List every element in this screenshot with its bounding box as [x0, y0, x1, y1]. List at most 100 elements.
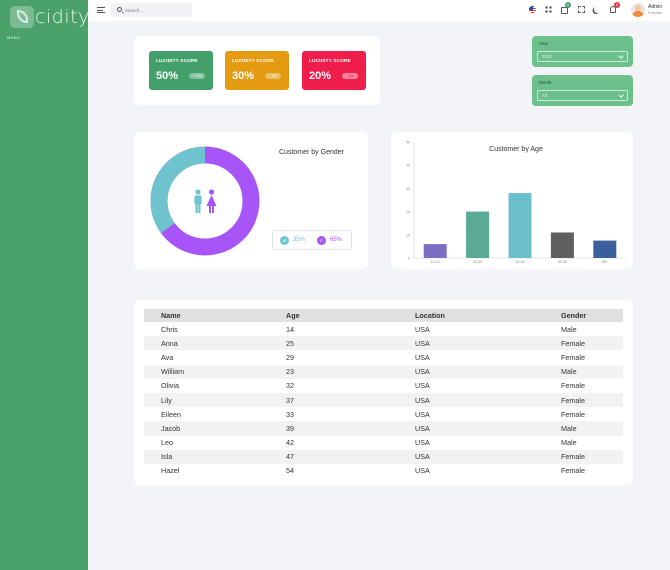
cell-gender: Female — [561, 352, 585, 362]
user-name[interactable]: Admin — [648, 4, 662, 10]
customer-table-card: Name Age Location Gender Chris 14 USA Male A… — [134, 300, 633, 485]
cell-age: 39 — [286, 421, 415, 436]
age-chart-title: Customer by Age — [489, 146, 543, 153]
menu-icon[interactable] — [97, 7, 105, 13]
cart-badge: 6 — [565, 2, 571, 8]
table-row[interactable]: Olivia 32 USA Female — [144, 379, 623, 393]
cell-gender: Female — [561, 409, 585, 419]
score-tile-green[interactable]: LUCIDITY SCORE 50% + 10% — [149, 51, 213, 90]
column-header-location[interactable]: Location — [415, 309, 561, 322]
table-row[interactable]: Ava 29 USA Female — [144, 350, 623, 364]
gender-legend: M 35% F 65% — [272, 230, 352, 250]
cell-location: USA — [415, 449, 561, 464]
moon-icon[interactable] — [594, 6, 601, 13]
search-box — [111, 3, 192, 17]
table-row[interactable]: Jacob 39 USA Male — [144, 421, 623, 436]
cell-age: 32 — [286, 381, 294, 391]
fullscreen-icon[interactable] — [578, 6, 585, 13]
cell-location: USA — [415, 409, 430, 419]
column-header-name[interactable]: Name — [144, 309, 286, 322]
search-input[interactable] — [125, 5, 187, 15]
table-row[interactable]: Chris 14 USA Male — [144, 322, 623, 336]
cell-location: USA — [415, 392, 561, 408]
cell-age: 23 — [286, 364, 415, 379]
y-tick-label: 10 — [406, 233, 410, 237]
shopping-bag-icon[interactable] — [561, 7, 568, 14]
y-tick-label: 0 — [408, 257, 410, 261]
cell-name: Hazel — [161, 466, 180, 476]
cell-location: USA — [415, 381, 430, 391]
age-bar-20-30[interactable] — [466, 211, 490, 258]
female-percent: 65% — [330, 237, 343, 243]
table-row[interactable]: Lily 37 USA Female — [144, 392, 623, 408]
male-percent: 35% — [293, 237, 306, 243]
column-header-gender[interactable]: Gender — [561, 309, 623, 322]
cell-age: 47 — [286, 449, 415, 464]
cell-gender: Female — [561, 392, 623, 408]
month-select[interactable]: All — [537, 90, 628, 101]
cell-gender: Male — [561, 324, 577, 334]
cell-name: Olivia — [161, 381, 179, 391]
column-header-age[interactable]: Age — [286, 309, 415, 322]
score-value: 20% — [309, 70, 332, 82]
cell-location: USA — [415, 466, 430, 476]
cell-age: 25 — [286, 336, 415, 351]
logo[interactable]: cidity — [10, 6, 90, 28]
cell-gender: Male — [561, 364, 623, 379]
age-bar-30-40[interactable] — [508, 193, 532, 258]
score-value: 50% — [156, 70, 179, 82]
us-flag-icon[interactable] — [529, 6, 536, 13]
score-tile-orange[interactable]: LUCIDITY SCORE 30% + 5% — [225, 51, 289, 90]
table-row[interactable]: Leo 42 USA Male — [144, 436, 623, 450]
month-select-value: All — [542, 93, 547, 98]
cell-age: 54 — [286, 466, 294, 476]
customer-by-age-card: Customer by Age 0 10 20 30 40 50 10-20 20-30 30-… — [391, 132, 633, 269]
cell-gender: Female — [561, 466, 585, 476]
table-row[interactable]: William 23 USA Male — [144, 364, 623, 379]
x-tick-label: 30-40 — [515, 260, 524, 264]
year-select[interactable]: 2023 — [537, 51, 628, 62]
cell-name: Anna — [144, 336, 286, 351]
year-select-value: 2023 — [542, 54, 552, 59]
user-role: Founder — [648, 11, 663, 15]
score-value: 30% — [232, 70, 255, 82]
score-label: LUCIDITY SCORE — [156, 59, 198, 64]
year-filter: Year 2023 — [532, 36, 633, 67]
y-tick-label: 40 — [406, 164, 410, 168]
x-tick-label: 10-20 — [431, 260, 440, 264]
score-change-pill: - 5% — [342, 73, 358, 79]
age-bar-10-20[interactable] — [423, 244, 447, 258]
table-row[interactable]: Anna 25 USA Female — [144, 336, 623, 351]
cell-name: Leo — [161, 438, 173, 448]
cell-age: 37 — [286, 392, 415, 408]
age-bar-chart: Customer by Age 0 10 20 30 40 50 10-20 20-30 30-… — [406, 141, 626, 264]
score-tile-red[interactable]: LUCIDITY SCORE 20% - 5% — [302, 51, 366, 90]
apps-grid-icon[interactable] — [545, 6, 553, 14]
age-bar-50+[interactable] — [593, 240, 617, 258]
logo-leaf-icon — [10, 6, 34, 28]
table-row[interactable]: Eileen 33 USA Female — [144, 407, 623, 421]
cell-age: 42 — [286, 438, 294, 448]
cell-name: Jacob — [144, 421, 286, 436]
cell-age: 29 — [286, 352, 294, 362]
lucidity-score-card: LUCIDITY SCORE 50% + 10% LUCIDITY SCORE … — [134, 36, 380, 105]
cell-name: Chris — [161, 324, 178, 334]
month-filter: Month All — [532, 75, 633, 106]
x-tick-label: 40-50 — [558, 260, 567, 264]
cell-name: Ava — [161, 352, 174, 362]
score-change-pill: + 5% — [265, 73, 281, 79]
cell-location: USA — [415, 364, 561, 379]
notifications-badge: 6 — [614, 2, 620, 8]
x-tick-label: 50+ — [602, 260, 608, 264]
male-legend-dot: M — [280, 236, 289, 245]
table-row[interactable]: Hazel 54 USA Female — [144, 464, 623, 478]
cell-name: Isla — [144, 449, 286, 464]
avatar[interactable] — [631, 3, 645, 17]
top-header: 6 6 Admin Founder — [88, 0, 670, 21]
table-row[interactable]: Isla 47 USA Female — [144, 449, 623, 464]
cell-location: USA — [415, 421, 561, 436]
y-tick-label: 20 — [406, 210, 410, 214]
score-change-pill: + 10% — [189, 73, 205, 79]
age-bar-40-50[interactable] — [550, 232, 574, 258]
search-icon[interactable] — [117, 7, 122, 12]
